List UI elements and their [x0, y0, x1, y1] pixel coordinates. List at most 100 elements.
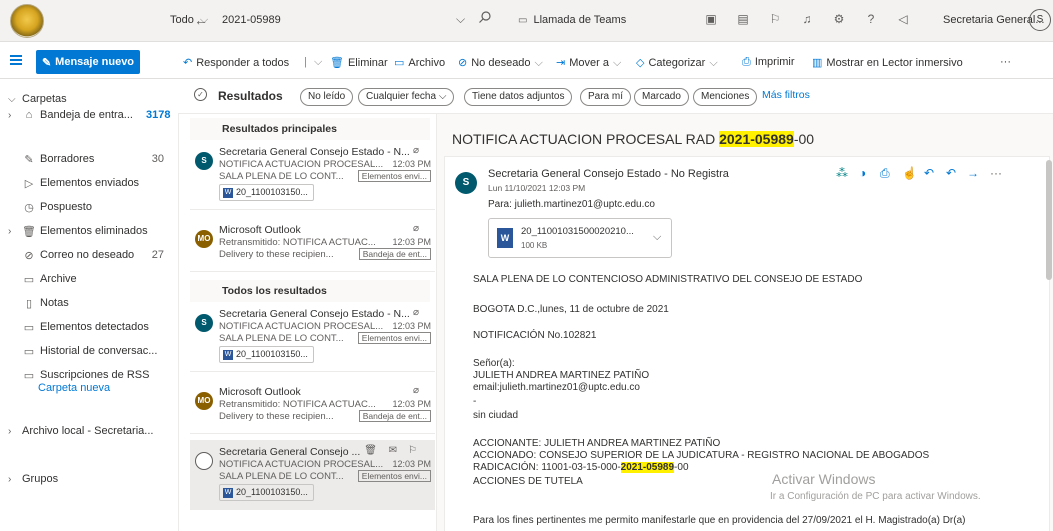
- junk-button[interactable]: ⊘ No deseado ⌵: [458, 56, 543, 70]
- categorize-button[interactable]: ◇ Categorizar ⌵: [636, 56, 718, 70]
- nav-item-count: 27: [151, 249, 164, 261]
- chevron-down-icon[interactable]: ⌵: [653, 231, 661, 244]
- chevron-right-icon[interactable]: ›: [8, 226, 11, 237]
- flag-icon[interactable]: ⚐: [408, 445, 417, 456]
- search-input[interactable]: 2021-05989: [222, 14, 281, 26]
- message-sender: Secretaria General Consejo Estado - N...: [219, 146, 409, 158]
- reply-all-button[interactable]: ↶ Responder a todos: [183, 56, 289, 69]
- message-list-item[interactable]: S Secretaria General Consejo Estado - N..…: [190, 302, 435, 372]
- forward-icon[interactable]: →: [967, 166, 979, 180]
- nav-item-label: Borradores: [40, 153, 95, 165]
- attachment-card[interactable]: W 20_11001031500020210... 100 KB ⌵: [488, 218, 672, 258]
- nav-item[interactable]: › 🗑 Elementos eliminados: [0, 220, 178, 242]
- local-archive-group[interactable]: › Archivo local - Secretaria...: [0, 420, 178, 442]
- attachment-chip[interactable]: W 20_1100103150...: [219, 484, 314, 501]
- draft-icon: ✎: [24, 153, 34, 166]
- paperclip-icon: ⌀: [412, 307, 419, 318]
- attachment-chip-label: 20_1100103150...: [236, 349, 308, 359]
- reply-icon[interactable]: ↶: [924, 166, 934, 180]
- body-line: BOGOTA D.C.,lunes, 11 de octubre de 2021: [473, 304, 669, 315]
- nav-item[interactable]: ▷ Elementos enviados: [0, 172, 178, 194]
- attachment-chip[interactable]: W 20_1100103150...: [219, 346, 314, 363]
- print-button[interactable]: ⎙ Imprimir: [742, 56, 795, 69]
- move-icon: ⇥: [556, 57, 566, 69]
- more-filters-link[interactable]: Más filtros: [762, 89, 810, 101]
- inbox-icon: ⌂: [25, 109, 33, 121]
- search-options-chevron-icon[interactable]: ⌵: [456, 12, 465, 27]
- new-folder-label: Carpeta nueva: [38, 382, 111, 394]
- word-icon[interactable]: ▤: [736, 12, 750, 26]
- bell-icon[interactable]: ♫: [800, 12, 814, 26]
- nav-item[interactable]: ▭ Historial de conversac...: [0, 340, 178, 362]
- categorize-label: Categorizar: [648, 57, 706, 69]
- nav-item[interactable]: ◷ Pospuesto: [0, 196, 178, 218]
- more-actions-button[interactable]: ···: [1000, 56, 1011, 68]
- mail-icon[interactable]: ✉: [389, 445, 397, 456]
- more-icon[interactable]: ···: [990, 166, 1002, 180]
- trash-icon: 🗑: [22, 225, 36, 238]
- attachment-chip[interactable]: W 20_1100103150...: [219, 184, 314, 201]
- message-sender: Secretaria General Consejo ...: [219, 446, 361, 458]
- message-list-item[interactable]: S Secretaria General Consejo Estado - N..…: [190, 140, 435, 210]
- message-time: 12:03 PM: [392, 237, 431, 247]
- new-message-button[interactable]: ✎ Mensaje nuevo: [36, 50, 140, 74]
- search-icon[interactable]: [478, 10, 492, 24]
- avatar: MO: [195, 392, 213, 410]
- delete-button[interactable]: 🗑 Eliminar: [330, 56, 388, 69]
- hamburger-menu-icon[interactable]: [10, 55, 22, 65]
- reply-all-icon: ↶: [183, 57, 193, 69]
- sender-name[interactable]: Secretaria General Consejo Estado - No R…: [488, 168, 729, 180]
- radicacion-text: RADICACIÓN: 11001-03-15-000-: [473, 462, 621, 473]
- nav-item-label: Archive: [40, 273, 77, 285]
- teams-call-button[interactable]: ▭ Llamada de Teams: [518, 14, 626, 26]
- archive-button[interactable]: ▭ Archivo: [394, 56, 445, 69]
- folder-tag: Elementos envi...: [357, 170, 431, 182]
- body-line: SALA PLENA DE LO CONTENCIOSO ADMINISTRAT…: [473, 274, 863, 285]
- message-list-item[interactable]: MO Microsoft Outlook Retransmitido: NOTIFI…: [190, 218, 435, 272]
- nav-item[interactable]: ⊘ Correo no deseado 27: [0, 244, 178, 266]
- filter-has-attachments[interactable]: Tiene datos adjuntos: [464, 88, 573, 106]
- moon-icon[interactable]: ◑: [859, 166, 866, 180]
- move-to-button[interactable]: ⇥ Mover a ⌵: [556, 56, 621, 70]
- message-card: [444, 156, 1050, 531]
- nav-item[interactable]: › ⌂ Bandeja de entra... 3178: [0, 104, 178, 126]
- help-icon[interactable]: ?: [864, 12, 878, 26]
- message-list-item[interactable]: MO Microsoft Outlook Retransmitido: NOTIFI…: [190, 380, 435, 434]
- avatar: S: [195, 314, 213, 332]
- nav-item[interactable]: ✎ Borradores 30: [0, 148, 178, 170]
- filter-any-date[interactable]: Cualquier fecha ⌵: [358, 88, 455, 106]
- feedback-icon[interactable]: ◁: [896, 12, 910, 26]
- nav-item[interactable]: ▭ Archive: [0, 268, 178, 290]
- all-results-header: Todos los resultados: [190, 280, 430, 302]
- filter-flagged[interactable]: Marcado: [634, 88, 689, 106]
- flag-icon[interactable]: ⚐: [768, 12, 782, 26]
- nav-item[interactable]: ▯ Notas: [0, 292, 178, 314]
- immersive-reader-button[interactable]: ▥ Mostrar en Lector inmersivo: [812, 56, 963, 69]
- select-all-icon[interactable]: ✓: [194, 88, 207, 101]
- print-icon[interactable]: ⎙: [880, 166, 890, 181]
- reading-scrollbar[interactable]: [1046, 160, 1052, 280]
- new-folder-link[interactable]: Carpeta nueva: [0, 377, 178, 399]
- message-list-item[interactable]: Secretaria General Consejo ... NOTIFICA A…: [190, 440, 435, 510]
- avatar[interactable]: S: [1029, 9, 1051, 31]
- groups-header[interactable]: › Grupos: [0, 468, 178, 490]
- select-circle-icon[interactable]: [195, 452, 213, 470]
- teams-chat-icon[interactable]: ⁂: [836, 166, 848, 180]
- trash-icon[interactable]: 🗑: [364, 445, 377, 456]
- filter-unread[interactable]: No leído: [300, 88, 354, 106]
- archive-icon: ▭: [23, 273, 35, 286]
- filter-mentions[interactable]: Menciones: [693, 88, 758, 106]
- sender-avatar[interactable]: S: [455, 172, 477, 194]
- chevron-right-icon[interactable]: ›: [8, 110, 11, 121]
- like-icon[interactable]: ☝: [902, 166, 917, 180]
- nav-item[interactable]: ▭ Elementos detectados: [0, 316, 178, 338]
- chevron-down-icon[interactable]: ⌵: [314, 56, 322, 69]
- calendar-icon[interactable]: ▣: [704, 12, 718, 26]
- filter-for-me[interactable]: Para mí: [580, 88, 632, 106]
- reply-all-icon[interactable]: ↶: [946, 166, 956, 180]
- gear-icon[interactable]: ⚙: [832, 12, 846, 26]
- immersive-reader-label: Mostrar en Lector inmersivo: [826, 57, 963, 69]
- paperclip-icon: ⌀: [412, 223, 419, 234]
- back-arrow-icon[interactable]: ←: [194, 12, 208, 28]
- junk-icon: ⊘: [24, 249, 34, 262]
